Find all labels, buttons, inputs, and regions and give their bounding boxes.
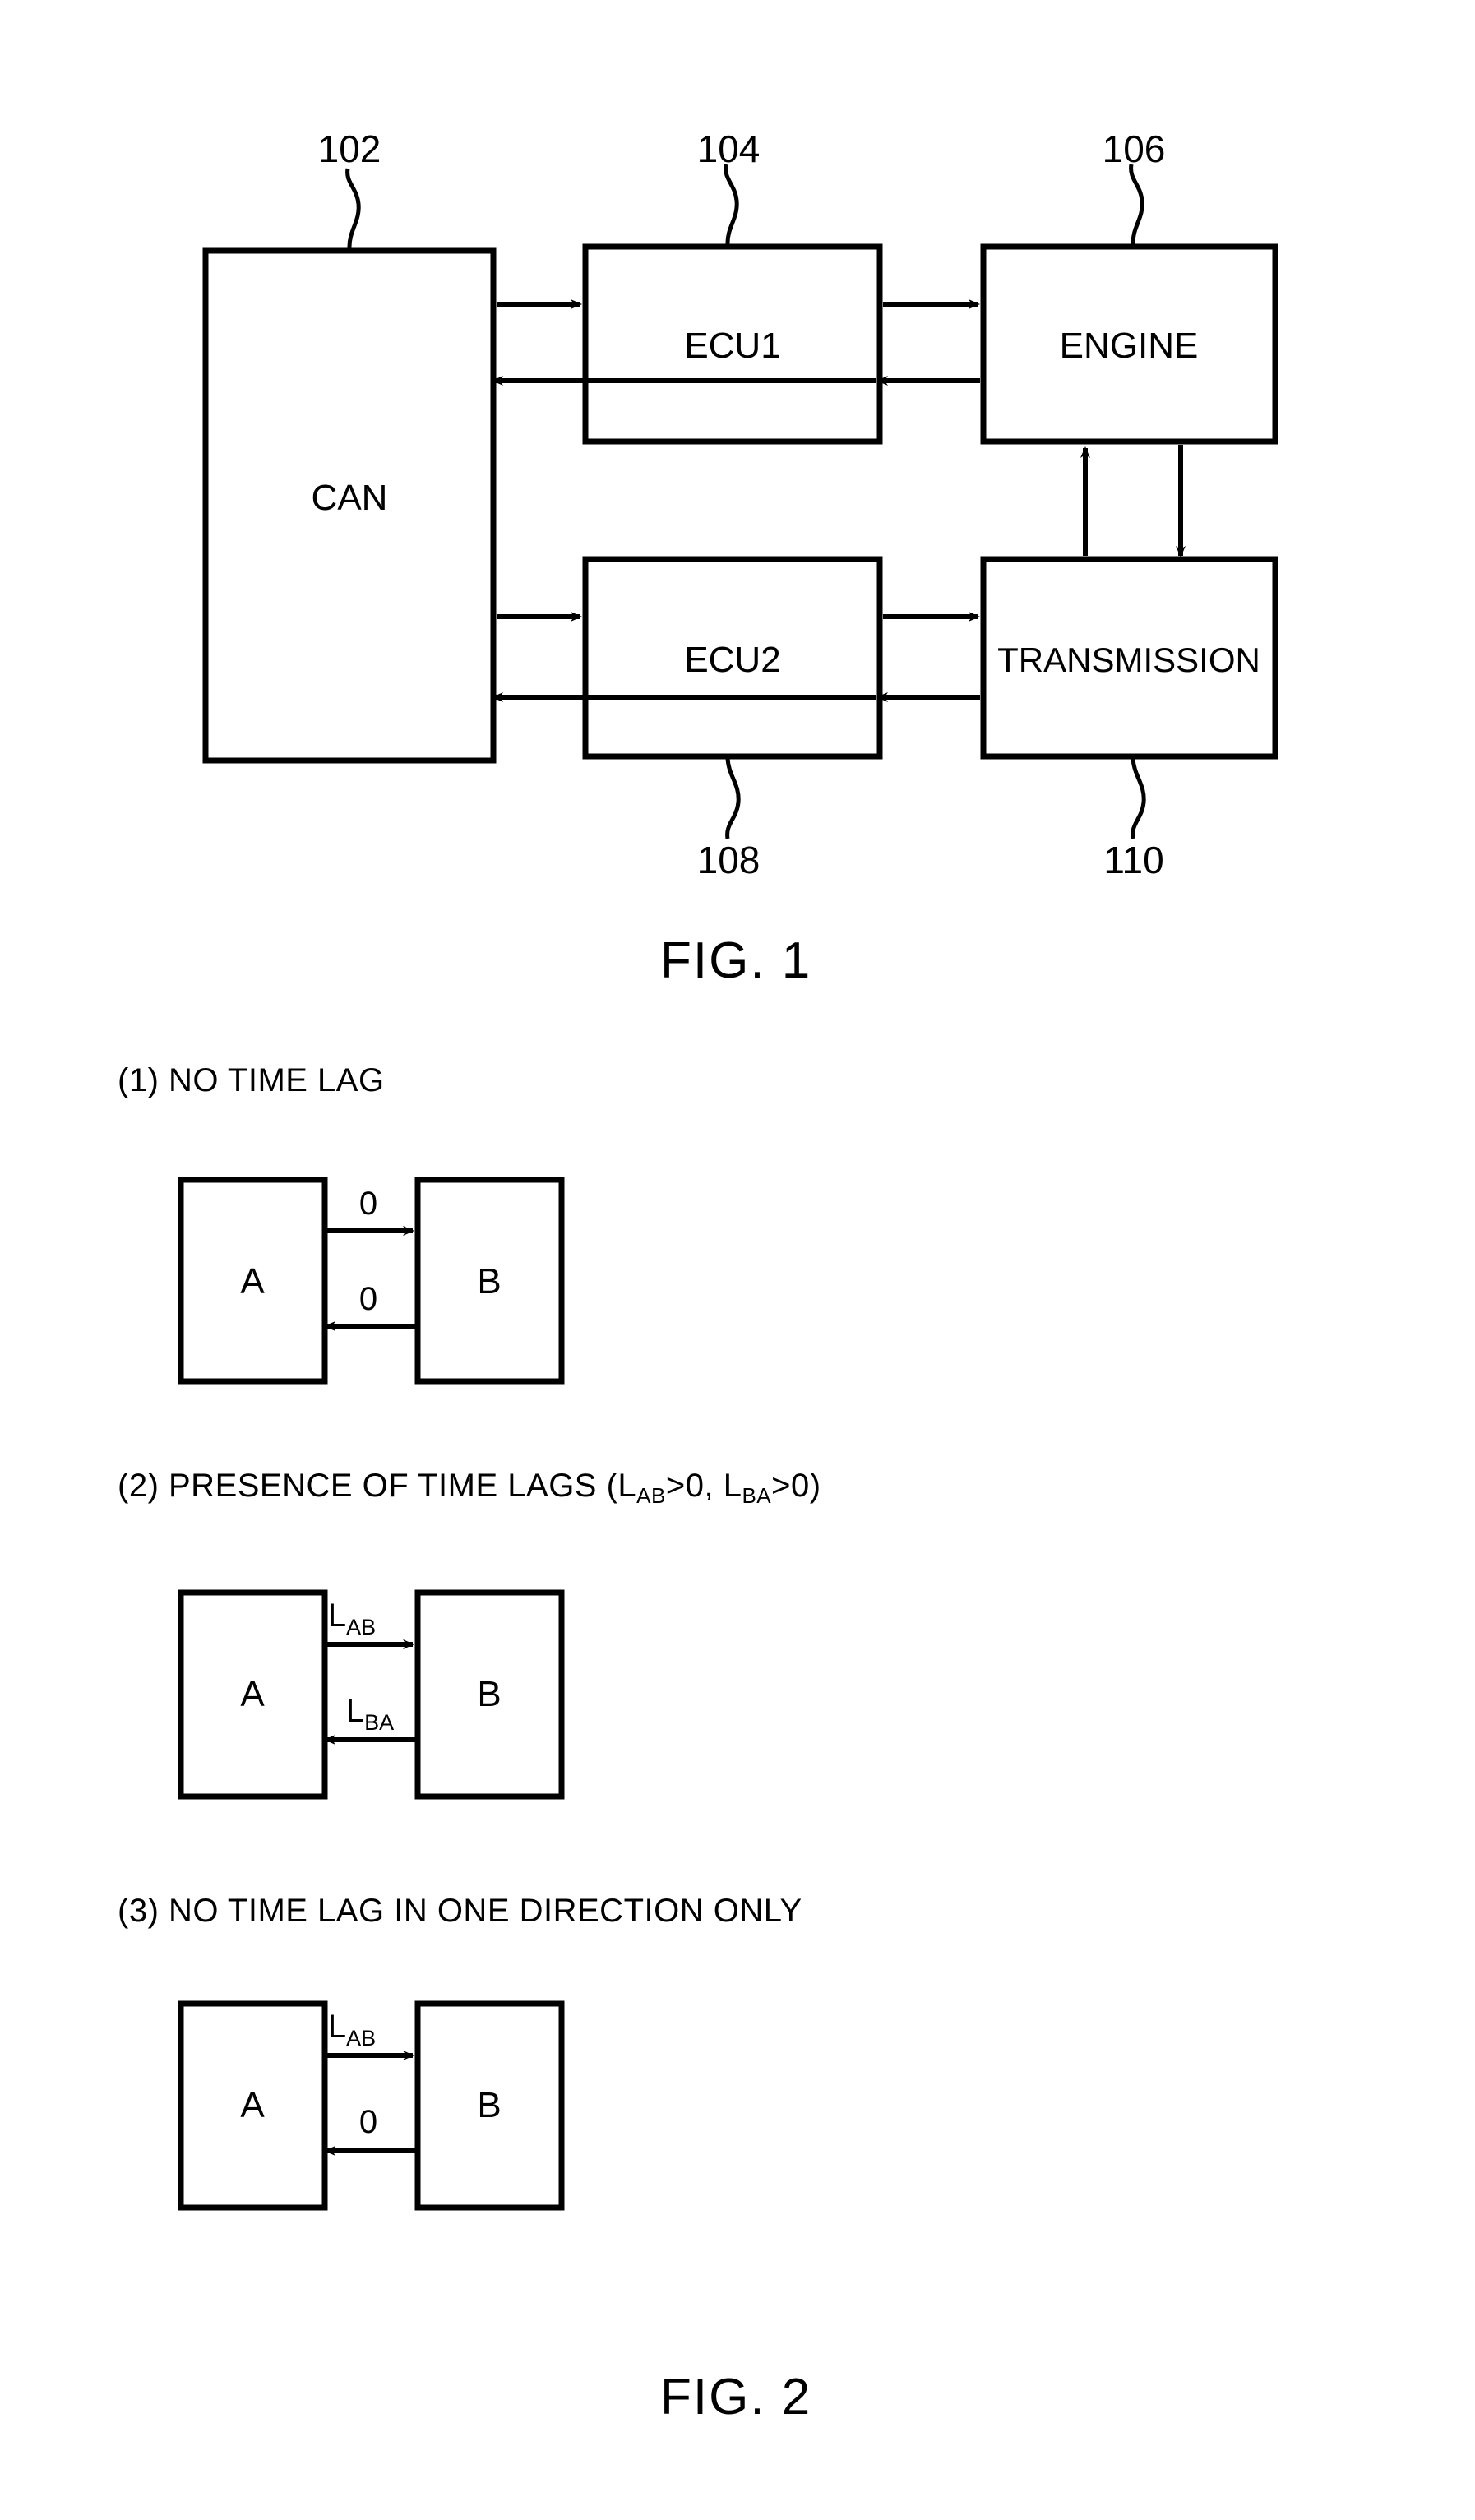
arrow-label-ab-base-section-3: L [328,2009,346,2045]
arrow-label-ba-section-2: LBA [346,1693,394,1735]
arrow-label-ab-base-section-2: L [328,1598,346,1634]
ref-numeral-110: 110 [1103,839,1163,881]
block-b-label-section-1: B [477,1261,501,1302]
block-ecu2-label: ECU2 [684,640,780,680]
ref-numeral-102: 102 [318,127,381,170]
leader-line-110 [1131,757,1146,839]
ref-numeral-106: 106 [1103,127,1166,170]
leader-line-108 [725,757,741,839]
block-can-label: CAN [312,478,388,518]
section-2-heading-suffix: >0) [771,1468,821,1504]
arrow-label-ba-base-section-2: L [346,1693,364,1729]
block-transmission-label: TRANSMISSION [997,640,1260,679]
block-a-label-section-2: A [240,1674,265,1714]
figure-2-section-1-diagram: A B 0 0 [178,1177,565,1385]
section-2-heading-sub-ab: AB [636,1483,666,1508]
arrow-label-ab-section-2: LAB [328,1598,376,1639]
ref-numeral-104: 104 [697,127,761,170]
arrow-label-ab-sub-section-2: AB [346,1615,376,1639]
leader-line-106 [1129,164,1144,246]
section-2-heading-prefix: (2) PRESENCE OF TIME LAGS (L [118,1468,637,1504]
section-3-heading: (3) NO TIME LAG IN ONE DIRECTION ONLY [118,1893,802,1929]
figure-1-caption: FIG. 1 [660,932,812,989]
arrow-label-ab-section-3: LAB [328,2009,376,2051]
leader-line-104 [724,164,739,246]
section-2-heading-mid: >0, L [665,1468,742,1504]
ref-numeral-108: 108 [697,839,761,881]
section-2-heading-sub-ba: BA [742,1483,772,1508]
block-a-label-section-3: A [240,2085,265,2125]
figure-2-section-3-diagram: A B LAB 0 [178,2000,565,2211]
patent-drawing-sheet: CAN ECU1 ENGINE ECU2 TRANSMISSION 102 10… [0,0,1475,2520]
block-ecu1-label: ECU1 [684,326,780,366]
arrow-label-ab-section-1: 0 [359,1186,377,1222]
section-1-heading: (1) NO TIME LAG [118,1062,385,1098]
block-b-label-section-3: B [477,2085,501,2125]
arrow-label-ba-sub-section-2: BA [364,1710,394,1735]
arrow-label-ab-sub-section-3: AB [346,2026,376,2051]
figure-1-diagram: CAN ECU1 ENGINE ECU2 TRANSMISSION 102 10… [202,127,1278,881]
block-b-label-section-2: B [477,1674,501,1714]
block-a-label-section-1: A [240,1261,265,1302]
arrow-label-ba-section-1: 0 [359,1281,377,1317]
figure-2-section-2-diagram: A B LAB LBA [178,1589,565,1800]
arrow-label-ba-section-3: 0 [359,2104,377,2140]
section-2-heading: (2) PRESENCE OF TIME LAGS (LAB>0, LBA>0) [118,1468,821,1508]
figure-2-caption: FIG. 2 [660,2369,812,2425]
leader-line-102 [345,168,361,250]
block-engine-label: ENGINE [1060,326,1199,366]
